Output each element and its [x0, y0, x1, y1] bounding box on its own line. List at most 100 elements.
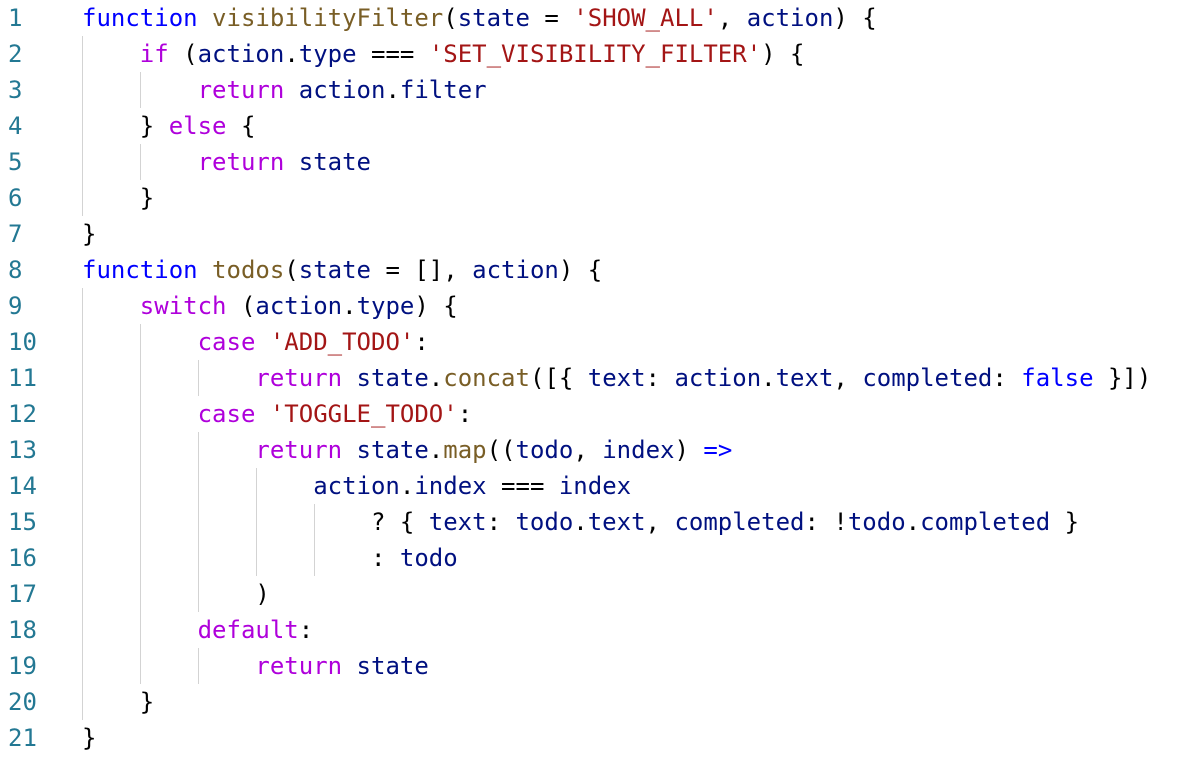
code-token: todo — [847, 508, 906, 536]
code-token: if — [139, 40, 169, 68]
code-token: action — [674, 364, 762, 392]
code-token: } — [82, 220, 97, 248]
line-code: return state.map((todo, index) => — [82, 432, 732, 468]
code-token: ( — [168, 40, 198, 68]
line-number: 12 — [8, 400, 37, 428]
code-token: todo — [399, 544, 458, 572]
code-token: . — [761, 364, 776, 392]
code-token: completed — [862, 364, 993, 392]
line-number: 3 — [8, 76, 23, 104]
code-token: return — [255, 652, 343, 680]
code-token: 'TOGGLE_TODO' — [269, 400, 458, 428]
code-token: . — [573, 508, 588, 536]
code-token: => — [703, 436, 733, 464]
line-code: action.index === index — [82, 468, 631, 504]
code-token: } — [82, 688, 155, 716]
code-token: state — [356, 652, 429, 680]
code-token: { — [226, 112, 256, 140]
code-token: state — [457, 4, 530, 32]
code-token: index — [602, 436, 675, 464]
line-number: 1 — [8, 4, 23, 32]
code-token: ) { — [761, 40, 805, 68]
line-number: 7 — [8, 220, 23, 248]
code-token: return — [197, 76, 285, 104]
code-token: type — [298, 40, 357, 68]
line-code: } — [82, 180, 154, 216]
code-token: , — [717, 4, 747, 32]
code-token: ) — [674, 436, 704, 464]
line-code: : todo — [82, 540, 458, 576]
code-token: . — [342, 292, 357, 320]
code-token: } — [1050, 508, 1080, 536]
code-token: } — [82, 112, 169, 140]
line-number: 11 — [8, 364, 37, 392]
code-token: state — [356, 364, 429, 392]
code-token: ) { — [558, 256, 603, 284]
code-token: index — [414, 472, 487, 500]
code-token: concat — [443, 364, 530, 392]
code-token: . — [284, 40, 299, 68]
line-code: ) — [82, 576, 270, 612]
code-token: . — [905, 508, 921, 536]
code-token: action — [298, 76, 386, 104]
code-token: = [], — [371, 256, 473, 284]
code-token: action — [197, 40, 285, 68]
line-number: 6 — [8, 184, 23, 212]
code-token: ) { — [414, 292, 458, 320]
code-token: index — [558, 472, 632, 500]
line-number: 13 — [8, 436, 37, 464]
line-number: 17 — [8, 580, 37, 608]
line-code: return state.concat([{ text: action.text… — [82, 360, 1151, 396]
line-code: } — [82, 684, 154, 720]
line-code: case 'TOGGLE_TODO': — [82, 396, 473, 432]
code-token: text — [587, 364, 646, 392]
code-token: === — [356, 40, 429, 68]
code-editor[interactable]: 1 function visibilityFilter(state = 'SHOW… — [0, 0, 1182, 758]
line-number: 15 — [8, 508, 37, 536]
code-token: ( — [284, 256, 299, 284]
code-token: : — [82, 544, 400, 572]
line-code: function visibilityFilter(state = 'SHOW_… — [82, 0, 877, 36]
code-token: ( — [443, 4, 458, 32]
code-token: text — [775, 364, 834, 392]
line-number: 10 — [8, 328, 37, 356]
line-number: 19 — [8, 652, 37, 680]
line-code: } — [82, 216, 96, 252]
code-token: ) { — [833, 4, 877, 32]
code-token: map — [443, 436, 487, 464]
code-token: ( — [226, 292, 256, 320]
code-token: state — [298, 148, 371, 176]
line-number: 9 — [8, 292, 23, 320]
code-token: return — [197, 148, 285, 176]
line-number: 4 — [8, 112, 23, 140]
code-token: === — [486, 472, 559, 500]
code-token: text — [428, 508, 487, 536]
code-token: 'SHOW_ALL' — [573, 4, 718, 32]
line-number: 8 — [8, 256, 23, 284]
code-token: return — [255, 436, 343, 464]
code-token: , — [645, 508, 675, 536]
code-token: action — [472, 256, 559, 284]
code-token: : — [992, 364, 1022, 392]
code-token: ) — [82, 580, 270, 608]
code-token: todo — [515, 508, 574, 536]
code-token: : — [486, 508, 516, 536]
code-token: 'ADD_TODO' — [269, 328, 415, 356]
code-token: : — [457, 400, 473, 428]
code-token: completed — [674, 508, 805, 536]
code-token: function — [82, 256, 198, 284]
code-token: , — [833, 364, 863, 392]
